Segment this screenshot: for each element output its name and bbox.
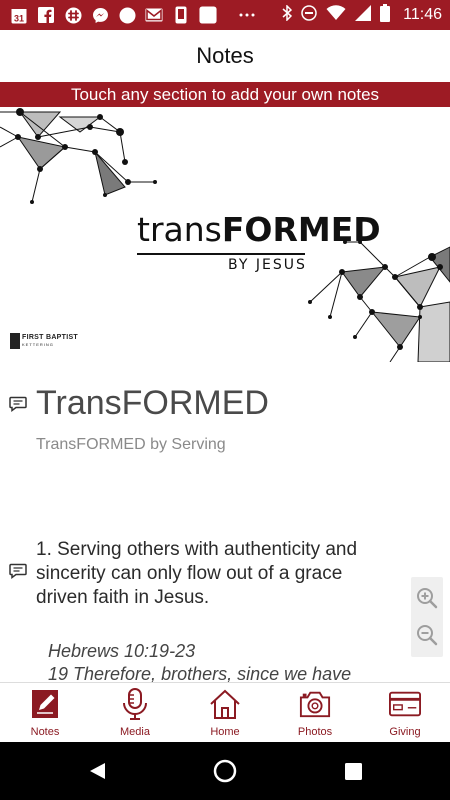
messenger-icon (91, 6, 109, 24)
system-navigation-bar (0, 742, 450, 800)
add-note-icon[interactable] (9, 563, 27, 579)
instruction-banner[interactable]: Touch any section to add your own notes (0, 82, 450, 107)
zoom-out-icon[interactable] (415, 623, 439, 647)
nav-label-media: Media (120, 726, 150, 738)
sermon-subtitle[interactable]: TransFORMED by Serving (36, 436, 226, 454)
verse-reference: Hebrews 10:19-23 (48, 641, 196, 661)
zoom-controls (411, 577, 443, 657)
nav-giving[interactable]: Giving (360, 683, 450, 742)
gmail-icon (145, 6, 163, 24)
square-icon (199, 6, 217, 24)
series-logo-subtitle: BY JESUS (228, 257, 307, 273)
church-name: FIRST BAPTIST (22, 334, 79, 341)
nav-home[interactable]: Home (180, 683, 270, 742)
sermon-point[interactable]: 1. Serving others with authenticity and … (36, 538, 386, 610)
sermon-title[interactable]: TransFORMED (36, 384, 269, 423)
status-bar: 31 11:46 (0, 0, 450, 30)
church-logo: FIRST BAPTIST KETTERING (10, 333, 78, 349)
nav-media[interactable]: Media (90, 683, 180, 742)
sermon-banner-image: transFORMED BY JESUS FIRST BAPTIST KETTE… (0, 107, 450, 362)
nav-notes[interactable]: Notes (0, 683, 90, 742)
notes-content[interactable]: TransFORMED TransFORMED by Serving 1. Se… (0, 362, 450, 682)
calendar-icon: 31 (10, 6, 28, 24)
signal-icon (355, 4, 372, 26)
church-logo-mark (10, 333, 20, 349)
nav-label-notes: Notes (30, 726, 60, 738)
page-title: Notes (196, 42, 254, 68)
verse-text: 19 Therefore, brothers, since we have (48, 664, 352, 682)
circle-icon (118, 6, 136, 24)
clock: 11:46 (403, 6, 442, 23)
zoom-in-icon[interactable] (415, 586, 439, 610)
credit-card-icon (389, 688, 421, 720)
battery-icon (380, 3, 391, 27)
logo-title-thin: trans (137, 210, 222, 249)
wifi-icon (326, 4, 346, 26)
bluetooth-icon (282, 3, 293, 26)
scripture-passage[interactable]: Hebrews 10:19-23 19 Therefore, brothers,… (48, 640, 368, 682)
nav-label-home: Home (210, 726, 240, 738)
add-note-icon[interactable] (9, 396, 27, 412)
logo-title-bold: FORMED (221, 210, 381, 249)
church-logo-text: FIRST BAPTIST KETTERING (22, 334, 78, 348)
slack-icon (64, 6, 82, 24)
nav-photos[interactable]: Photos (270, 683, 360, 742)
home-icon (209, 688, 241, 720)
nav-label-giving: Giving (389, 726, 421, 738)
home-circle-icon[interactable] (213, 759, 237, 788)
notes-icon (29, 688, 61, 720)
back-icon[interactable] (88, 762, 106, 785)
minus-circle-icon (301, 4, 317, 26)
facebook-icon (37, 6, 55, 24)
more-icon (238, 6, 256, 24)
church-city: KETTERING (22, 342, 54, 347)
microphone-icon (119, 688, 151, 720)
bottom-navigation: Notes Media Home Photos Giving (0, 682, 450, 742)
phone-icon (172, 6, 190, 24)
calendar-day: 31 (14, 13, 24, 23)
camera-icon (299, 688, 331, 720)
series-logo-title: transFORMED (137, 210, 381, 249)
logo-rule (137, 253, 305, 255)
nav-label-photos: Photos (297, 726, 333, 738)
app-bar: Notes (0, 30, 450, 81)
recents-icon[interactable] (345, 763, 362, 785)
